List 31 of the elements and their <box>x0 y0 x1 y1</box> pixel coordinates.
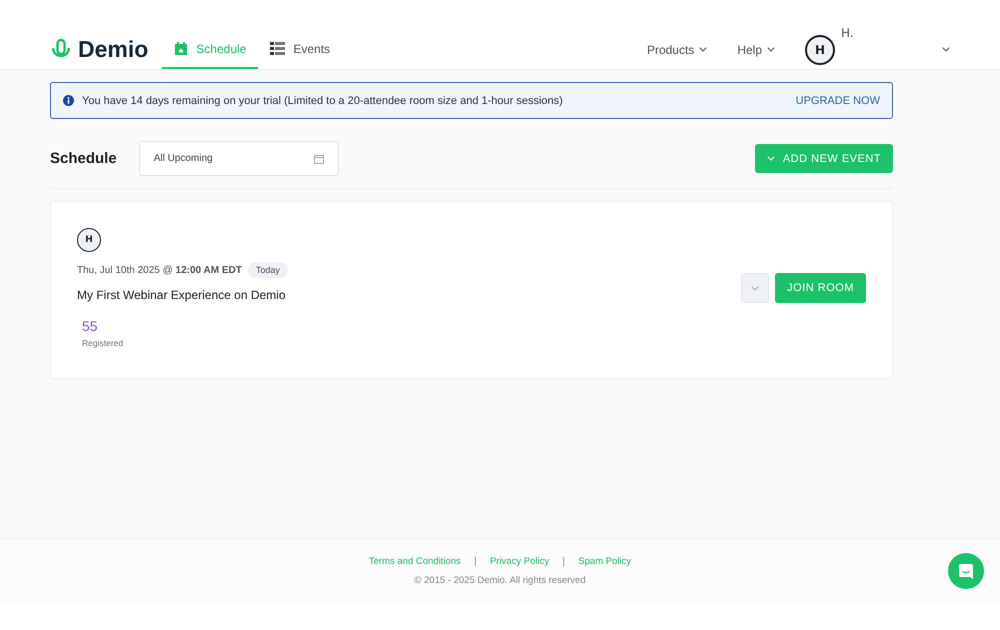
user-avatar[interactable]: H <box>805 34 835 64</box>
date-filter[interactable]: All Upcoming <box>138 141 339 176</box>
chevron-down-icon <box>767 47 775 52</box>
chevron-down-icon <box>699 47 708 52</box>
upgrade-link[interactable]: UPGRADE NOW <box>796 94 880 106</box>
list-icon <box>270 42 286 55</box>
page-title: Schedule <box>50 150 117 167</box>
calendar-icon <box>314 154 324 164</box>
link-separator: | <box>562 556 566 566</box>
calendar-icon <box>174 42 188 56</box>
nav-tab[interactable]: Events <box>258 30 342 69</box>
registered-count: 55 <box>82 318 99 334</box>
info-icon <box>63 95 74 106</box>
chat-icon <box>958 562 974 580</box>
user-name: H. <box>841 26 854 40</box>
host-avatar: H <box>77 228 101 252</box>
link-separator: | <box>474 556 477 566</box>
chat-button[interactable] <box>948 553 984 589</box>
chevron-down-icon <box>766 156 775 161</box>
event-title: My First Webinar Experience on Demio <box>77 288 287 302</box>
copyright-text: © 2015 - 2025 Demio. All rights reserved <box>414 574 586 586</box>
chevron-down-icon <box>751 286 760 290</box>
banner-text: You have 14 days remaining on your trial (Limited to a 20-attendee room size and 1-hour sessions) <box>82 94 564 106</box>
nav-menu[interactable]: Products <box>646 30 708 69</box>
event-datetime: Thu, Jul 10th 2025 @ 12:00 AM EDT <box>77 264 242 276</box>
nav-menu[interactable]: Help <box>737 30 775 69</box>
user-menu-chevron-icon <box>942 47 950 52</box>
dropdown-button[interactable] <box>741 273 770 303</box>
logo-text: Demio <box>78 36 148 63</box>
registered-label: Registered <box>82 338 124 348</box>
today-badge: Today <box>248 262 288 278</box>
